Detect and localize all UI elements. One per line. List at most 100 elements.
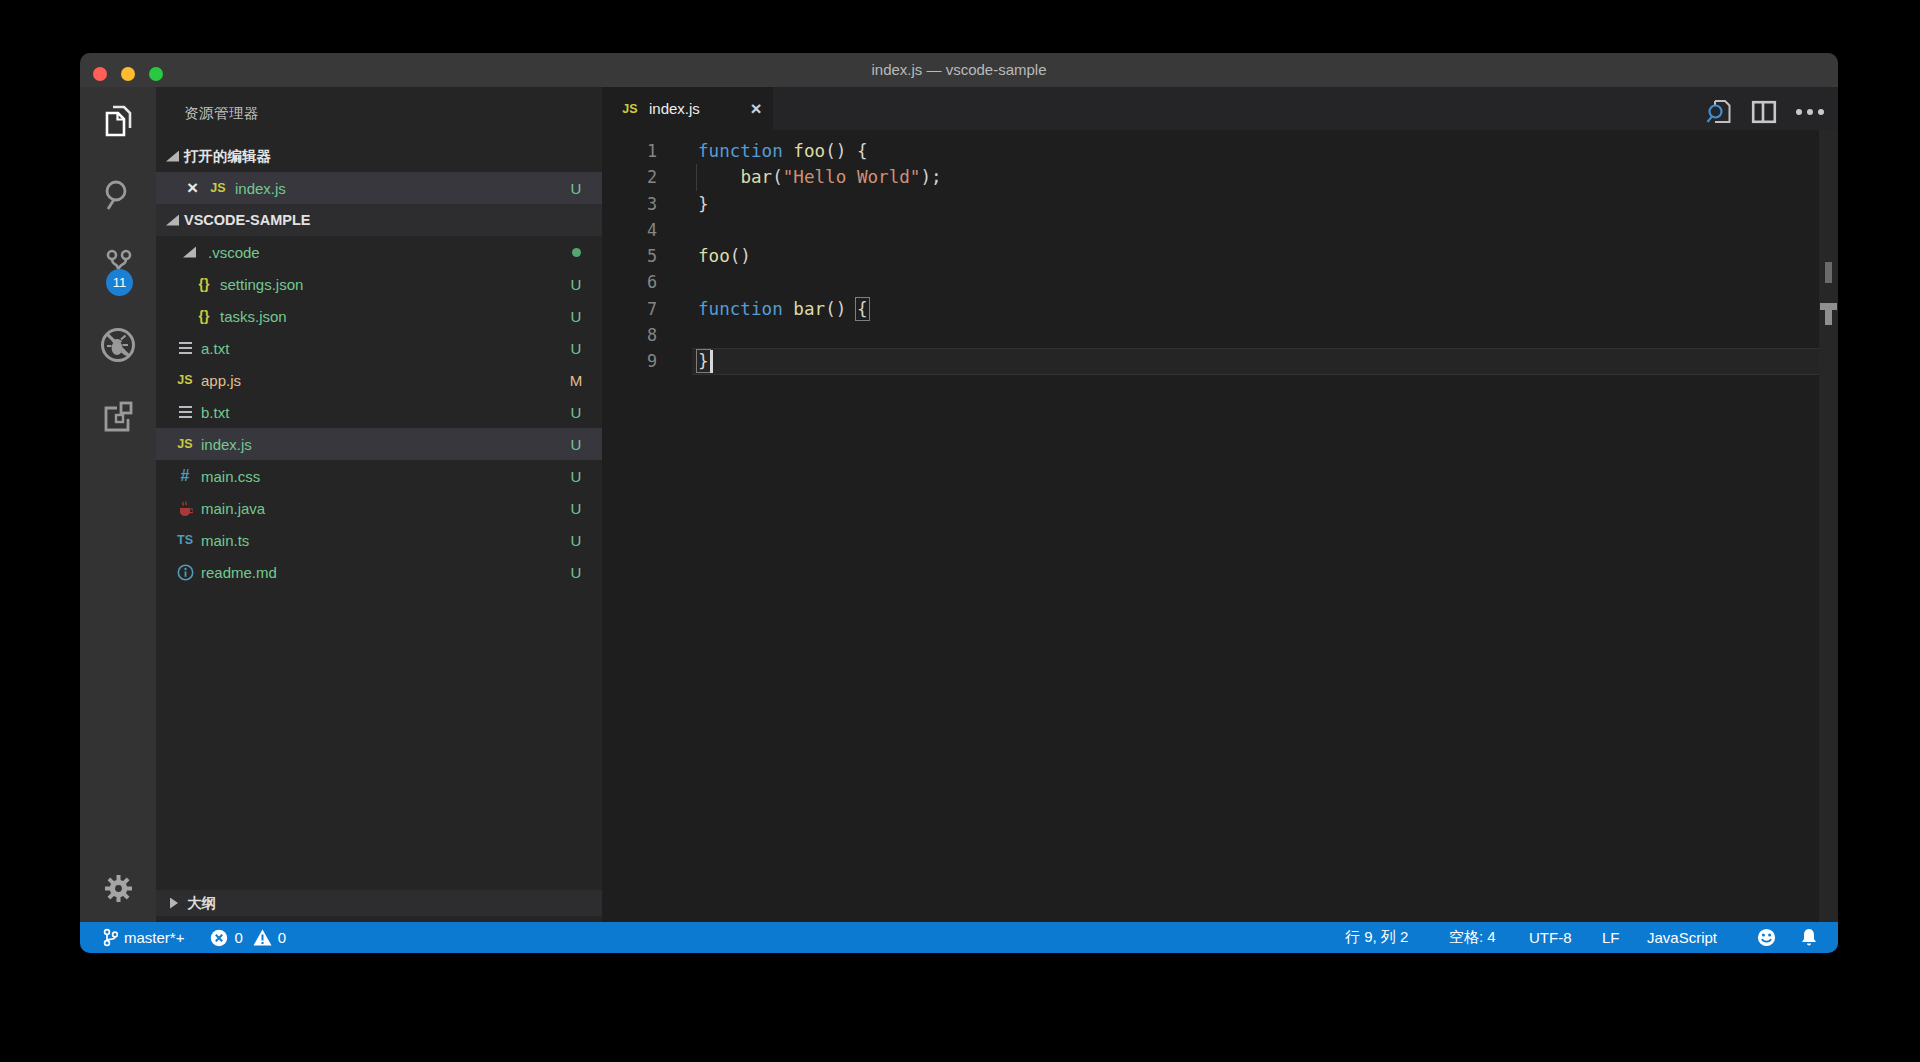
activity-source-control[interactable]: 11 bbox=[80, 241, 156, 289]
overview-ruler bbox=[1819, 130, 1838, 922]
tab-label: index.js bbox=[649, 100, 700, 117]
activity-files[interactable] bbox=[80, 97, 156, 145]
file-label: main.ts bbox=[201, 532, 249, 549]
git-status-badge: U bbox=[566, 564, 586, 581]
open-editor-label: index.js bbox=[235, 180, 286, 197]
tab-bar: JS index.js × bbox=[602, 87, 1838, 130]
js-file-icon: JS bbox=[174, 437, 196, 451]
git-status-badge: U bbox=[566, 180, 586, 197]
file-label: tasks.json bbox=[220, 308, 287, 325]
status-bell[interactable] bbox=[1800, 922, 1818, 953]
folder-label: .vscode bbox=[208, 244, 260, 261]
file-label: a.txt bbox=[201, 340, 229, 357]
line-numbers: 123456789 bbox=[602, 138, 657, 375]
twistie-expanded-icon bbox=[166, 215, 179, 226]
git-status-badge: U bbox=[566, 308, 586, 325]
section-folder[interactable]: VSCODE-SAMPLE bbox=[156, 204, 602, 236]
ruler-mark bbox=[1825, 262, 1832, 283]
code-editor[interactable]: 123456789 function foo() { bar("Hello Wo… bbox=[602, 130, 1838, 922]
editor-group: JS index.js × 123456789 function foo() {… bbox=[602, 87, 1838, 922]
tree-item-a.txt[interactable]: a.txt U bbox=[156, 332, 602, 364]
activity-extensions[interactable] bbox=[80, 394, 156, 442]
file-label: main.css bbox=[201, 468, 260, 485]
explorer-sidebar: 资源管理器 打开的编辑器 × JS index.js U VSCODE-SAMPLE .vs… bbox=[156, 87, 602, 922]
zoom-window-button[interactable] bbox=[149, 67, 163, 81]
code-content: function foo() { bar("Hello World");}foo… bbox=[698, 138, 942, 375]
twistie-expanded-icon bbox=[166, 151, 179, 162]
git-status-badge: U bbox=[566, 276, 586, 293]
status-bar: master*+00 行 9, 列 2空格: 4UTF-8LFJavaScrip… bbox=[80, 922, 1838, 953]
git-status-badge: U bbox=[566, 532, 586, 549]
status-error[interactable]: 0 bbox=[210, 929, 242, 947]
chevron-right-icon bbox=[170, 898, 178, 909]
status-JavaScript[interactable]: JavaScript bbox=[1647, 922, 1717, 953]
settings-gear[interactable] bbox=[80, 864, 156, 912]
outline-section-header[interactable]: 大纲 bbox=[156, 890, 602, 916]
tree-item-main.java[interactable]: main.java U bbox=[156, 492, 602, 524]
status-git-branch[interactable]: master*+ bbox=[103, 928, 184, 947]
tree-item-readme.md[interactable]: readme.md U bbox=[156, 556, 602, 588]
tree-item-settings.json[interactable]: {} settings.json U bbox=[156, 268, 602, 300]
file-label: main.java bbox=[201, 500, 265, 517]
git-status-badge: U bbox=[566, 468, 586, 485]
close-tab-icon[interactable]: × bbox=[743, 87, 769, 130]
git-status-badge: U bbox=[566, 500, 586, 517]
status-空格: 4[interactable]: 空格: 4 bbox=[1449, 922, 1496, 953]
tree-item-main.css[interactable]: # main.css U bbox=[156, 460, 602, 492]
ruler-mark bbox=[1825, 310, 1832, 325]
twistie-expanded-icon bbox=[183, 247, 196, 258]
json-file-icon: {} bbox=[193, 276, 215, 292]
titlebar[interactable]: index.js — vscode-sample bbox=[80, 53, 1838, 87]
tree-item-.vscode[interactable]: .vscode bbox=[156, 236, 602, 268]
js-file-icon: JS bbox=[207, 181, 229, 195]
java-file-icon bbox=[174, 500, 196, 517]
close-window-button[interactable] bbox=[93, 67, 107, 81]
js-file-icon: JS bbox=[174, 373, 196, 387]
git-status-badge: M bbox=[566, 372, 586, 389]
open-editor-item-index.js[interactable]: × JS index.js U bbox=[156, 172, 602, 204]
indent-guide bbox=[696, 164, 697, 190]
tab-index-js[interactable]: JS index.js × bbox=[602, 87, 773, 130]
search-editor-icon[interactable] bbox=[1703, 97, 1733, 127]
git-status-badge: U bbox=[566, 340, 586, 357]
activity-bar: 11 bbox=[80, 87, 156, 922]
status-行 9, 列 2[interactable]: 行 9, 列 2 bbox=[1345, 922, 1408, 953]
git-status-badge: U bbox=[566, 404, 586, 421]
file-label: b.txt bbox=[201, 404, 229, 421]
file-label: app.js bbox=[201, 372, 241, 389]
sidebar-title: 资源管理器 bbox=[184, 87, 259, 140]
git-status-badge: U bbox=[566, 436, 586, 453]
json-file-icon: {} bbox=[193, 308, 215, 324]
minimize-window-button[interactable] bbox=[121, 67, 135, 81]
activity-search[interactable] bbox=[80, 171, 156, 219]
more-actions-icon[interactable] bbox=[1795, 108, 1825, 116]
split-editor-icon[interactable] bbox=[1750, 98, 1778, 126]
git-dot-badge bbox=[572, 248, 581, 257]
css-file-icon: # bbox=[174, 467, 196, 485]
tree-item-app.js[interactable]: JS app.js M bbox=[156, 364, 602, 396]
ts-file-icon: TS bbox=[174, 533, 196, 547]
status-LF[interactable]: LF bbox=[1602, 922, 1620, 953]
js-file-icon: JS bbox=[619, 102, 641, 116]
close-editor-icon[interactable]: × bbox=[187, 177, 203, 199]
tree-item-tasks.json[interactable]: {} tasks.json U bbox=[156, 300, 602, 332]
section-open-editors[interactable]: 打开的编辑器 bbox=[156, 140, 602, 172]
ruler-mark bbox=[1820, 303, 1837, 310]
markdown-file-icon bbox=[174, 564, 196, 581]
tree-item-main.ts[interactable]: TS main.ts U bbox=[156, 524, 602, 556]
txt-file-icon bbox=[174, 406, 196, 418]
status-warning[interactable]: 0 bbox=[253, 929, 286, 946]
txt-file-icon bbox=[174, 342, 196, 354]
vscode-window: index.js — vscode-sample 11 资源管理器 打开的编辑器… bbox=[80, 53, 1838, 953]
activity-debug-disabled[interactable] bbox=[80, 321, 156, 369]
file-label: settings.json bbox=[220, 276, 303, 293]
file-label: readme.md bbox=[201, 564, 277, 581]
status-UTF-8[interactable]: UTF-8 bbox=[1529, 922, 1572, 953]
tree-item-index.js[interactable]: JS index.js U bbox=[156, 428, 602, 460]
outline-label: 大纲 bbox=[187, 894, 216, 913]
traffic-lights bbox=[93, 67, 163, 81]
tree-item-b.txt[interactable]: b.txt U bbox=[156, 396, 602, 428]
text-cursor bbox=[710, 350, 713, 373]
status-smiley[interactable] bbox=[1757, 922, 1776, 953]
file-label: index.js bbox=[201, 436, 252, 453]
